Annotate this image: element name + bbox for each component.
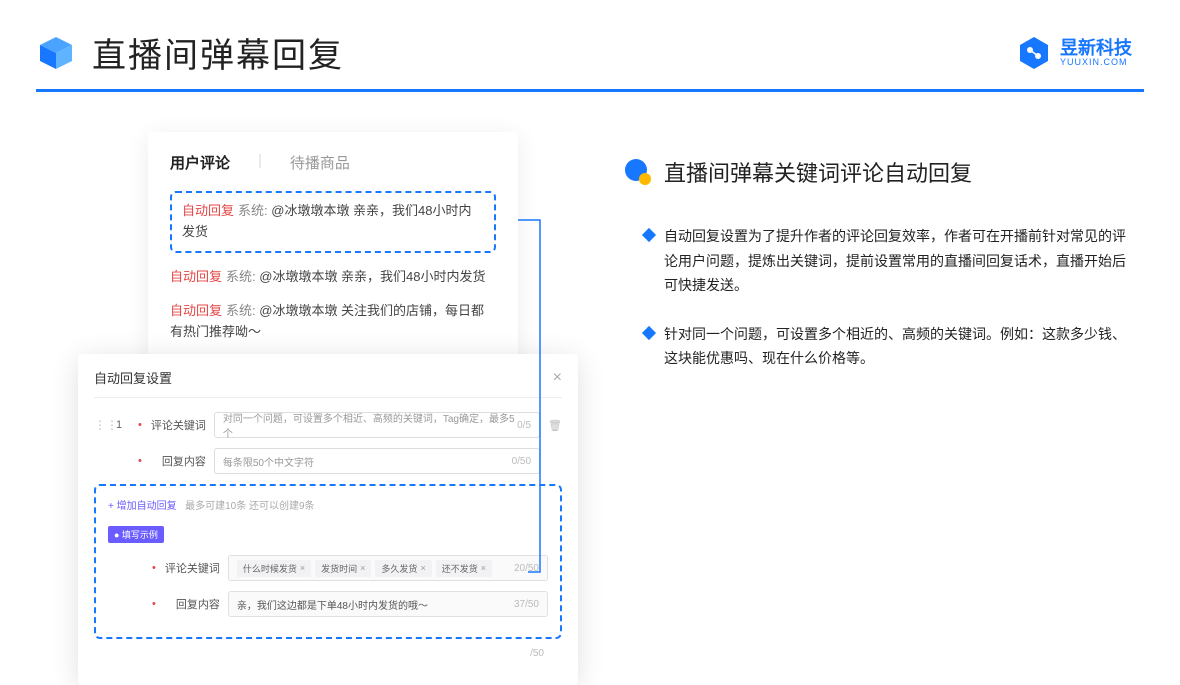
tab-divider: |	[258, 152, 262, 173]
left-column: 用户评论 | 待播商品 自动回复系统: @冰墩墩本墩 亲亲，我们48小时内发货自…	[48, 132, 568, 395]
modal-title: 自动回复设置	[94, 368, 172, 387]
required-dot: •	[152, 562, 156, 574]
required-dot: •	[138, 455, 142, 467]
ex-keyword-label: 评论关键词	[164, 560, 220, 576]
modal-header: 自动回复设置 ×	[94, 368, 562, 398]
ex-keyword-count: 20/50	[514, 563, 539, 574]
pill-remove-icon[interactable]: ×	[300, 563, 305, 573]
ex-reply-input[interactable]: 亲，我们这边都是下单48小时内发货的哦～ 37/50	[228, 591, 548, 617]
keyword-input[interactable]: 对同一个问题，可设置多个相近、高频的关键词，Tag确定，最多5个 0/5	[214, 412, 540, 438]
bullet-item: 针对同一个问题，可设置多个相近的、高频的关键词。例如：这款多少钱、这块能优惠吗、…	[624, 322, 1132, 371]
drag-handle-icon[interactable]: ⋮⋮	[94, 418, 108, 432]
brand-sub: YUUXIN.COM	[1060, 57, 1132, 67]
bubble-icon	[624, 158, 652, 186]
reply-row: • 回复内容 每条限50个中文字符 0/50 🗑	[94, 448, 562, 474]
ex-keyword-input[interactable]: 什么时候发货×发货时间×多久发货× 还不发货× 20/50	[228, 555, 548, 581]
comment-system: 系统:	[226, 303, 259, 318]
trash-icon[interactable]: 🗑	[548, 419, 562, 432]
page-header: 直播间弹幕回复 昱新科技 YUUXIN.COM	[0, 0, 1180, 89]
section-title: 直播间弹幕关键词评论自动回复	[664, 156, 972, 188]
add-hint: 最多可建10条 还可以创建9条	[185, 501, 314, 512]
reply-count: 0/50	[512, 456, 531, 467]
bullet-list: 自动回复设置为了提升作者的评论回复效率，作者可在开播前针对常见的评论用户问题，提…	[624, 224, 1132, 371]
add-auto-reply-row: + 增加自动回复 最多可建10条 还可以创建9条	[108, 496, 548, 514]
section-head: 直播间弹幕关键词评论自动回复	[624, 156, 1132, 188]
main-content: 用户评论 | 待播商品 自动回复系统: @冰墩墩本墩 亲亲，我们48小时内发货自…	[0, 92, 1180, 395]
tab-user-comments[interactable]: 用户评论	[170, 152, 230, 173]
brand-logo: 昱新科技 YUUXIN.COM	[1016, 35, 1132, 71]
bullet-text: 针对同一个问题，可设置多个相近的、高频的关键词。例如：这款多少钱、这块能优惠吗、…	[664, 322, 1132, 371]
bullet-item: 自动回复设置为了提升作者的评论回复效率，作者可在开播前针对常见的评论用户问题，提…	[624, 224, 1132, 298]
example-keyword-row: • 评论关键词 什么时候发货×发货时间×多久发货× 还不发货× 20/50	[108, 555, 548, 581]
comment-text: @冰墩墩本墩 亲亲，我们48小时内发货	[259, 269, 485, 284]
reply-placeholder: 每条限50个中文字符	[223, 454, 314, 469]
row-number: 1	[116, 419, 130, 431]
example-reply-row: • 回复内容 亲，我们这边都是下单48小时内发货的哦～ 37/50	[108, 591, 548, 617]
comment-tabs: 用户评论 | 待播商品	[170, 152, 496, 173]
keyword-count: 0/5	[517, 420, 531, 431]
comments-list: 自动回复系统: @冰墩墩本墩 亲亲，我们48小时内发货自动回复系统: @冰墩墩本…	[170, 191, 496, 343]
keyword-pill[interactable]: 还不发货×	[436, 560, 492, 577]
ex-pills: 什么时候发货×发货时间×多久发货× 还不发货×	[237, 560, 496, 577]
auto-reply-settings-modal: 自动回复设置 × ⋮⋮ 1 • 评论关键词 对同一个问题，可设置多个相近、高频的…	[78, 354, 578, 685]
keyword-row: ⋮⋮ 1 • 评论关键词 对同一个问题，可设置多个相近、高频的关键词，Tag确定…	[94, 412, 562, 438]
example-block: + 增加自动回复 最多可建10条 还可以创建9条 ● 填写示例 • 评论关键词 …	[94, 484, 562, 639]
keyword-pill[interactable]: 什么时候发货×	[237, 560, 311, 577]
comment-item: 自动回复系统: @冰墩墩本墩 关注我们的店铺，每日都有热门推荐呦～	[170, 301, 496, 343]
diamond-icon	[642, 325, 656, 339]
comment-system: 系统:	[238, 203, 271, 218]
brand-text-wrap: 昱新科技 YUUXIN.COM	[1060, 39, 1132, 67]
auto-reply-tag: 自动回复	[170, 303, 222, 318]
keyword-pill[interactable]: 多久发货×	[375, 560, 431, 577]
auto-reply-tag: 自动回复	[182, 203, 234, 218]
right-column: 直播间弹幕关键词评论自动回复 自动回复设置为了提升作者的评论回复效率，作者可在开…	[624, 132, 1132, 395]
pill-remove-icon[interactable]: ×	[420, 563, 425, 573]
keyword-label: 评论关键词	[150, 417, 206, 433]
tab-pending-goods[interactable]: 待播商品	[290, 152, 350, 173]
cube-icon	[36, 33, 76, 73]
outer-count: /50	[530, 648, 544, 659]
keyword-placeholder: 对同一个问题，可设置多个相近、高频的关键词，Tag确定，最多5个	[223, 410, 517, 440]
add-auto-reply-link[interactable]: + 增加自动回复	[108, 501, 177, 512]
pill-remove-icon[interactable]: ×	[481, 563, 486, 573]
header-left: 直播间弹幕回复	[36, 28, 344, 77]
brand-name: 昱新科技	[1060, 39, 1132, 57]
required-dot: •	[138, 419, 142, 431]
page-title: 直播间弹幕回复	[92, 28, 344, 77]
example-badge: ● 填写示例	[108, 526, 164, 543]
close-icon[interactable]: ×	[553, 369, 562, 387]
keyword-pill[interactable]: 发货时间×	[315, 560, 371, 577]
required-dot: •	[152, 598, 156, 610]
comment-item: 自动回复系统: @冰墩墩本墩 亲亲，我们48小时内发货	[170, 267, 496, 288]
auto-reply-tag: 自动回复	[170, 269, 222, 284]
ex-reply-value: 亲，我们这边都是下单48小时内发货的哦～	[237, 597, 428, 612]
ex-reply-label: 回复内容	[164, 596, 220, 612]
comment-item: 自动回复系统: @冰墩墩本墩 亲亲，我们48小时内发货	[170, 191, 496, 253]
reply-input[interactable]: 每条限50个中文字符 0/50	[214, 448, 540, 474]
diamond-icon	[642, 228, 656, 242]
ex-reply-count: 37/50	[514, 599, 539, 610]
bullet-text: 自动回复设置为了提升作者的评论回复效率，作者可在开播前针对常见的评论用户问题，提…	[664, 224, 1132, 298]
brand-mark-icon	[1016, 35, 1052, 71]
pill-remove-icon[interactable]: ×	[360, 563, 365, 573]
reply-label: 回复内容	[150, 453, 206, 469]
comment-system: 系统:	[226, 269, 259, 284]
